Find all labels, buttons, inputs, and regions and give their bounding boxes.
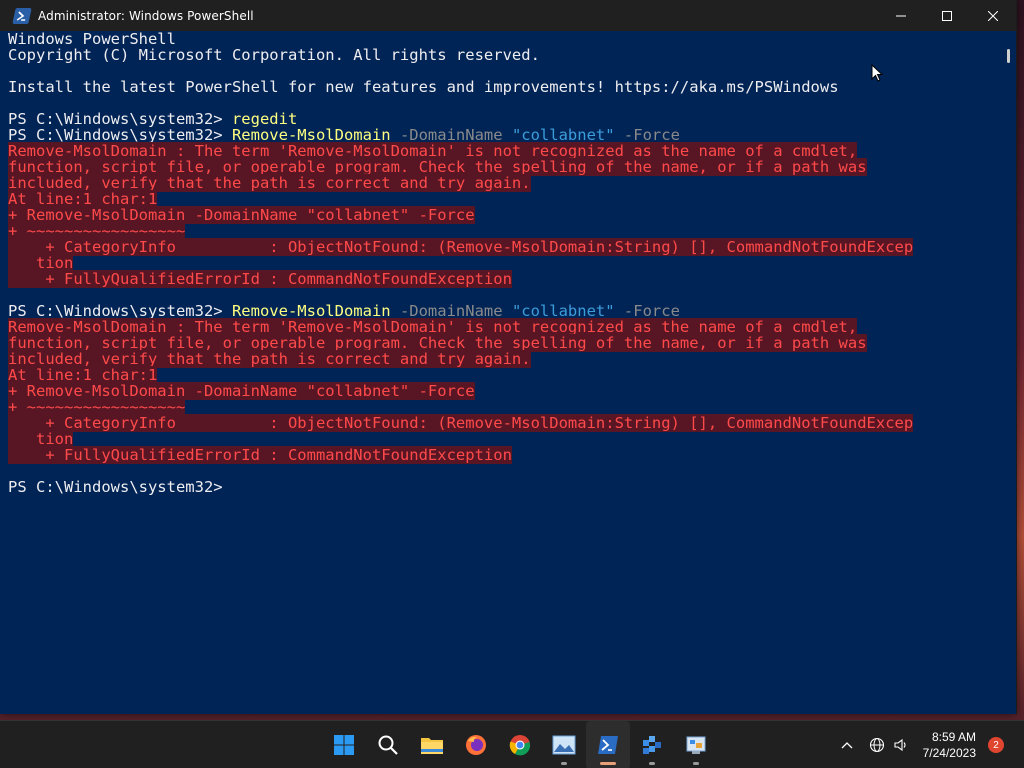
notification-badge[interactable]: 2 — [988, 737, 1004, 753]
running-indicator — [600, 762, 616, 765]
title-bar[interactable]: Administrator: Windows PowerShell — [0, 0, 1016, 31]
console-line: tion — [8, 254, 1003, 272]
folder-icon — [420, 735, 444, 755]
taskbar-powershell[interactable] — [586, 721, 630, 768]
console-line: At line:1 char:1 — [8, 190, 1003, 208]
control-panel-icon — [685, 734, 707, 756]
chevron-up-icon — [841, 742, 853, 749]
taskbar-control-panel[interactable] — [674, 721, 718, 768]
maximize-icon — [942, 10, 952, 21]
edge-marker — [2, 62, 6, 70]
console-line: PS C:\Windows\system32> Remove-MsolDomai… — [8, 127, 1003, 143]
taskbar: 8:59 AM 7/24/2023 2 — [0, 720, 1024, 768]
clock[interactable]: 8:59 AM 7/24/2023 — [923, 729, 976, 761]
search-button[interactable] — [366, 721, 410, 768]
console-line: PS C:\Windows\system32> regedit — [8, 111, 1003, 127]
console-line: + ~~~~~~~~~~~~~~~~~ — [8, 222, 1003, 240]
clock-date: 7/24/2023 — [922, 746, 976, 760]
console-line: At line:1 char:1 — [8, 366, 1003, 384]
close-icon — [988, 10, 998, 21]
taskbar-regedit[interactable] — [630, 721, 674, 768]
minimize-icon — [896, 15, 906, 16]
search-icon — [377, 734, 399, 756]
console-line: + FullyQualifiedErrorId : CommandNotFoun… — [8, 270, 1003, 288]
globe-icon — [869, 737, 884, 753]
taskbar-file-explorer[interactable] — [410, 721, 454, 768]
console-line: PS C:\Windows\system32> Remove-MsolDomai… — [8, 303, 1003, 319]
running-indicator — [649, 762, 655, 765]
error-text: + CategoryInfo : ObjectNotFound: (Remove… — [8, 414, 914, 432]
powershell-icon — [597, 735, 619, 755]
console-text: Install the latest PowerShell for new fe… — [8, 78, 839, 96]
firefox-icon — [465, 734, 487, 756]
error-text: + FullyQualifiedErrorId : CommandNotFoun… — [8, 270, 512, 288]
powershell-icon — [12, 7, 32, 24]
console-line: + Remove-MsolDomain -DomainName "collabn… — [8, 382, 1003, 400]
vertical-scrollbar[interactable] — [1002, 31, 1014, 712]
console-line: function, script file, or operable progr… — [8, 158, 1003, 176]
console-line: Remove-MsolDomain : The term 'Remove-Mso… — [8, 318, 1003, 336]
network-button[interactable] — [865, 721, 889, 768]
error-text: + FullyQualifiedErrorId : CommandNotFoun… — [8, 446, 512, 464]
console-line: + CategoryInfo : ObjectNotFound: (Remove… — [8, 238, 1003, 256]
taskbar-photos[interactable] — [542, 721, 586, 768]
registry-editor-icon — [641, 734, 663, 756]
clock-time: 8:59 AM — [931, 730, 976, 744]
console-line: function, script file, or operable progr… — [8, 334, 1003, 352]
console-line: included, verify that the path is correc… — [8, 350, 1003, 368]
mouse-cursor-icon — [871, 64, 883, 82]
console-line: + ~~~~~~~~~~~~~~~~~ — [8, 398, 1003, 416]
console-line: included, verify that the path is correc… — [8, 174, 1003, 192]
windows-logo-icon — [333, 734, 355, 756]
console-line: PS C:\Windows\system32> — [8, 479, 1003, 495]
console-line: Remove-MsolDomain : The term 'Remove-Mso… — [8, 142, 1003, 160]
speaker-icon — [894, 738, 906, 752]
powershell-window[interactable]: Administrator: Windows PowerShell Window… — [0, 0, 1017, 714]
error-text: + CategoryInfo : ObjectNotFound: (Remove… — [8, 238, 914, 256]
console-line: Windows PowerShell — [8, 31, 1003, 47]
system-tray: 8:59 AM 7/24/2023 2 — [835, 721, 1024, 768]
minimize-button[interactable] — [878, 0, 924, 31]
photos-icon — [552, 735, 576, 755]
console-text: PS C:\Windows\system32> — [8, 478, 232, 496]
close-button[interactable] — [970, 0, 1016, 31]
console-line: tion — [8, 430, 1003, 448]
scrollbar-thumb[interactable] — [1007, 49, 1010, 63]
window-title: Administrator: Windows PowerShell — [38, 8, 254, 23]
console-line: + FullyQualifiedErrorId : CommandNotFoun… — [8, 446, 1003, 464]
running-indicator — [561, 762, 567, 765]
maximize-button[interactable] — [924, 0, 970, 31]
taskbar-apps — [322, 721, 718, 768]
running-indicator — [693, 762, 699, 765]
show-hidden-icons-button[interactable] — [835, 721, 859, 768]
console-output[interactable]: Windows PowerShell Copyright (C) Microsof… — [8, 31, 1003, 712]
taskbar-chrome[interactable] — [498, 721, 542, 768]
console-text: Copyright (C) Microsoft Corporation. All… — [8, 46, 540, 64]
chrome-icon — [509, 734, 531, 756]
volume-button[interactable] — [889, 721, 913, 768]
start-button[interactable] — [322, 721, 366, 768]
taskbar-firefox[interactable] — [454, 721, 498, 768]
console-line: Copyright (C) Microsoft Corporation. All… — [8, 47, 1003, 63]
console-line: Install the latest PowerShell for new fe… — [8, 79, 1003, 95]
caption-buttons — [878, 0, 1016, 31]
console-line: + CategoryInfo : ObjectNotFound: (Remove… — [8, 414, 1003, 432]
console-line: + Remove-MsolDomain -DomainName "collabn… — [8, 206, 1003, 224]
